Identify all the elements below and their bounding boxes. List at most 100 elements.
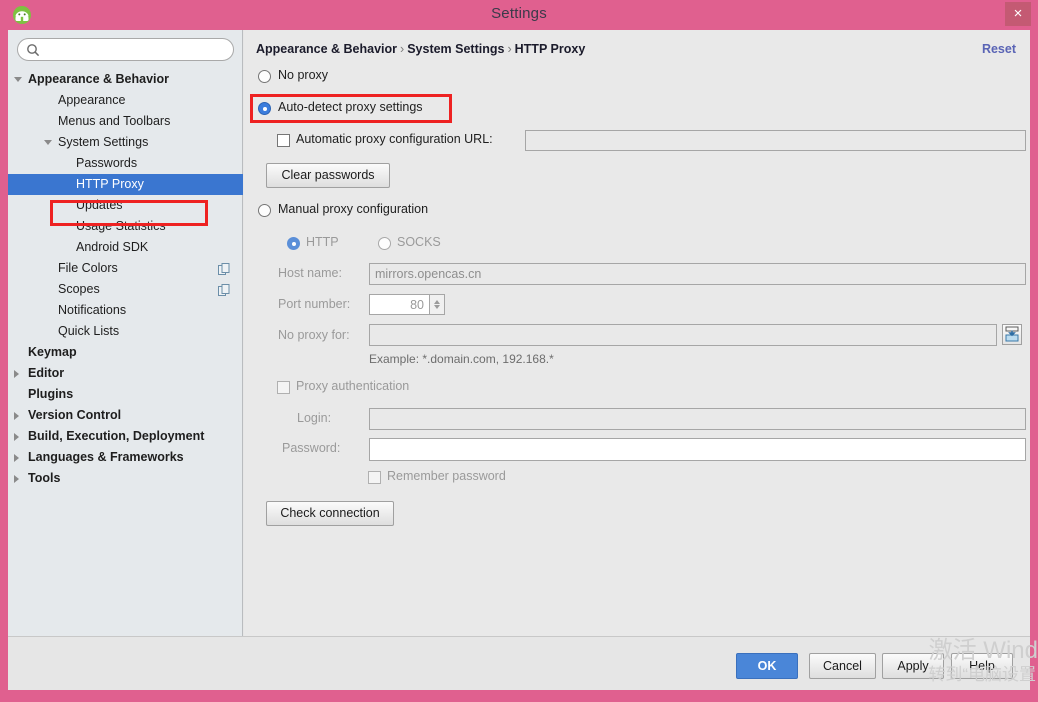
chevron-right-icon[interactable] <box>14 454 19 462</box>
manual-proxy-label[interactable]: Manual proxy configuration <box>278 202 428 216</box>
sidebar-item-label: Editor <box>28 366 65 380</box>
sidebar-item-editor[interactable]: Editor <box>8 363 243 384</box>
password-label: Password: <box>282 441 341 455</box>
chevron-down-icon[interactable] <box>14 77 22 86</box>
sidebar-item-system-settings[interactable]: System Settings <box>8 132 243 153</box>
dialog-footer: OK Cancel Apply Help <box>8 636 1030 690</box>
search-input[interactable] <box>44 41 228 60</box>
host-name-input[interactable] <box>369 263 1026 285</box>
ok-button[interactable]: OK <box>736 653 798 679</box>
settings-window: Settings × Appearance & Behavior Appearan… <box>0 0 1038 702</box>
socks-radio[interactable] <box>378 237 391 250</box>
auto-config-url-checkbox[interactable] <box>277 134 290 147</box>
sidebar-item-appearance[interactable]: Appearance <box>8 90 243 111</box>
http-radio[interactable] <box>287 237 300 250</box>
chevron-right-icon[interactable] <box>14 433 19 441</box>
cancel-button[interactable]: Cancel <box>809 653 876 679</box>
password-input[interactable] <box>369 438 1026 461</box>
sidebar-item-label: Menus and Toolbars <box>58 114 171 128</box>
sidebar-item-label: Plugins <box>28 387 74 401</box>
login-label: Login: <box>297 411 332 425</box>
http-label[interactable]: HTTP <box>306 235 339 249</box>
search-box[interactable] <box>17 38 234 61</box>
sidebar-item-label: Usage Statistics <box>76 219 166 233</box>
port-number-stepper[interactable] <box>430 294 445 315</box>
breadcrumb-item-2[interactable]: System Settings <box>407 42 504 56</box>
clear-passwords-button[interactable]: Clear passwords <box>266 163 390 188</box>
sidebar-item-scopes[interactable]: Scopes <box>8 279 243 300</box>
sidebar-item-label: Version Control <box>28 408 122 422</box>
copy-icon[interactable] <box>218 283 231 296</box>
sidebar-item-label: Keymap <box>28 345 77 359</box>
sidebar-item-label: Tools <box>28 471 61 485</box>
copy-icon[interactable] <box>218 262 231 275</box>
breadcrumb-item-3: HTTP Proxy <box>514 42 586 56</box>
sidebar-item-label: Build, Execution, Deployment <box>28 429 205 443</box>
help-button[interactable]: Help <box>951 653 1013 679</box>
chevron-right-icon[interactable] <box>14 412 19 420</box>
auto-config-url-input[interactable] <box>525 130 1026 151</box>
check-connection-button[interactable]: Check connection <box>266 501 394 526</box>
sidebar-item-label: Passwords <box>76 156 138 170</box>
sidebar-item-updates[interactable]: Updates <box>8 195 243 216</box>
login-input[interactable] <box>369 408 1026 430</box>
sidebar-item-keymap[interactable]: Keymap <box>8 342 243 363</box>
manual-proxy-radio[interactable] <box>258 204 271 217</box>
socks-label[interactable]: SOCKS <box>397 235 441 249</box>
sidebar-item-version-control[interactable]: Version Control <box>8 405 243 426</box>
sidebar-item-usage-statistics[interactable]: Usage Statistics <box>8 216 243 237</box>
chevron-right-icon[interactable] <box>14 475 19 483</box>
settings-sidebar: Appearance & Behavior Appearance Menus and… <box>8 30 243 636</box>
sidebar-item-passwords[interactable]: Passwords <box>8 153 243 174</box>
no-proxy-for-label: No proxy for: <box>278 328 350 342</box>
settings-tree: Appearance & Behavior Appearance Menus and… <box>8 69 243 489</box>
insert-expand-icon[interactable] <box>1002 324 1022 345</box>
sidebar-item-label: Appearance <box>58 93 126 107</box>
sidebar-item-build-execution-deployment[interactable]: Build, Execution, Deployment <box>8 426 243 447</box>
remember-password-label[interactable]: Remember password <box>387 469 506 483</box>
chevron-down-icon[interactable] <box>44 140 52 149</box>
sidebar-item-file-colors[interactable]: File Colors <box>8 258 243 279</box>
breadcrumb-separator-2: › <box>507 42 512 56</box>
breadcrumb-item-1[interactable]: Appearance & Behavior <box>256 42 397 56</box>
auto-detect-label[interactable]: Auto-detect proxy settings <box>278 100 423 114</box>
breadcrumb: Appearance & Behavior › System Settings › HT… <box>256 42 585 56</box>
no-proxy-label[interactable]: No proxy <box>278 68 328 82</box>
title-bar: Settings × <box>0 0 1038 30</box>
sidebar-item-appearance-behavior[interactable]: Appearance & Behavior <box>8 69 243 90</box>
sidebar-item-label: Quick Lists <box>58 324 120 338</box>
sidebar-item-quick-lists[interactable]: Quick Lists <box>8 321 243 342</box>
stepper-down-icon[interactable] <box>434 305 440 309</box>
close-button[interactable]: × <box>1005 2 1031 26</box>
apply-button[interactable]: Apply <box>882 653 944 679</box>
proxy-authentication-checkbox[interactable] <box>277 381 290 394</box>
sidebar-item-label: Scopes <box>58 282 100 296</box>
stepper-up-icon[interactable] <box>434 300 440 304</box>
sidebar-item-http-proxy[interactable]: HTTP Proxy <box>8 174 243 195</box>
sidebar-item-menus-and-toolbars[interactable]: Menus and Toolbars <box>8 111 243 132</box>
window-title: Settings <box>491 5 547 22</box>
remember-password-checkbox[interactable] <box>368 471 381 484</box>
breadcrumb-separator-1: › <box>400 42 405 56</box>
sidebar-item-label: Notifications <box>58 303 127 317</box>
sidebar-item-notifications[interactable]: Notifications <box>8 300 243 321</box>
search-icon <box>26 43 40 57</box>
no-proxy-example-hint: Example: *.domain.com, 192.168.* <box>369 352 554 366</box>
sidebar-item-tools[interactable]: Tools <box>8 468 243 489</box>
sidebar-item-label: File Colors <box>58 261 118 275</box>
sidebar-item-label: Android SDK <box>76 240 149 254</box>
sidebar-item-languages-frameworks[interactable]: Languages & Frameworks <box>8 447 243 468</box>
proxy-authentication-label[interactable]: Proxy authentication <box>296 379 409 393</box>
port-number-input[interactable] <box>369 294 430 315</box>
sidebar-item-label: HTTP Proxy <box>76 177 144 191</box>
dialog-frame: Appearance & Behavior Appearance Menus and… <box>8 30 1030 690</box>
sidebar-item-label: Updates <box>76 198 123 212</box>
no-proxy-radio[interactable] <box>258 70 271 83</box>
auto-detect-radio[interactable] <box>258 102 271 115</box>
reset-link[interactable]: Reset <box>982 42 1016 56</box>
no-proxy-for-input[interactable] <box>369 324 997 346</box>
chevron-right-icon[interactable] <box>14 370 19 378</box>
sidebar-item-label: Appearance & Behavior <box>28 72 170 86</box>
sidebar-item-plugins[interactable]: Plugins <box>8 384 243 405</box>
sidebar-item-android-sdk[interactable]: Android SDK <box>8 237 243 258</box>
